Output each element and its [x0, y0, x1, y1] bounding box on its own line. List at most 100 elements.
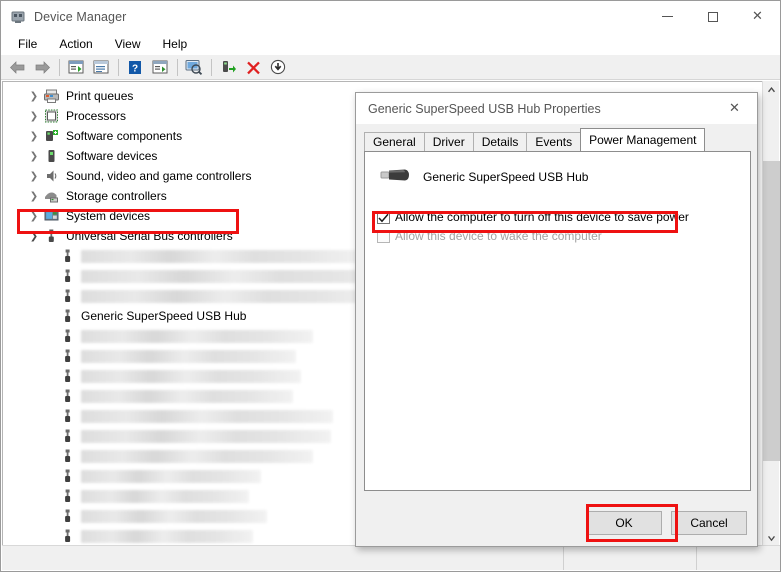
dialog-close-button[interactable]: ✕ [712, 93, 757, 124]
redacted-device-name [81, 329, 313, 343]
tree-item-label: Storage controllers [66, 189, 167, 203]
device-name: Generic SuperSpeed USB Hub [423, 169, 589, 184]
tree-item-label: Software components [66, 129, 183, 143]
usb-device-icon [61, 348, 75, 364]
toolbar-separator-4 [211, 58, 212, 76]
uninstall-device-button[interactable] [241, 56, 265, 78]
window-controls: ✕ [645, 1, 780, 32]
tree-item-label: Universal Serial Bus controllers [66, 229, 233, 243]
usb-device-icon [61, 288, 75, 304]
status-pane-1 [2, 546, 564, 570]
checkbox-allow-turn-off[interactable] [377, 211, 390, 224]
back-icon [9, 60, 24, 74]
title-bar: Device Manager ✕ [1, 1, 780, 32]
usb-device-icon [61, 508, 75, 524]
toolbar: ? [1, 55, 780, 80]
update-driver-icon [223, 61, 236, 73]
update-driver-button[interactable] [216, 56, 240, 78]
menu-bar: File Action View Help [1, 32, 780, 55]
power-management-panel: Generic SuperSpeed USB Hub Allow the com… [364, 151, 751, 491]
usb-device-icon [61, 448, 75, 464]
option-allow-turn-off[interactable]: Allow the computer to turn off this devi… [377, 210, 750, 224]
cancel-button[interactable]: Cancel [671, 511, 747, 535]
chevron-down-icon[interactable]: ❯ [27, 231, 41, 242]
redacted-device-name [81, 269, 401, 283]
status-bar [2, 545, 780, 570]
device-manager-window: Device Manager ✕ File Action View Help ?… [0, 0, 781, 572]
tree-item-label: Print queues [66, 89, 134, 103]
help-button[interactable]: ? [123, 56, 147, 78]
chevron-right-icon[interactable]: ❯ [27, 111, 41, 122]
vertical-scrollbar[interactable] [762, 81, 780, 547]
redacted-device-name [81, 449, 313, 463]
disable-device-button[interactable] [266, 56, 290, 78]
device-list-button[interactable] [148, 56, 172, 78]
redacted-device-name [81, 469, 261, 483]
software-components-icon [43, 128, 60, 144]
scrollbar-thumb[interactable] [763, 161, 780, 461]
redacted-device-name [81, 389, 293, 403]
maximize-button[interactable] [690, 1, 735, 32]
properties-dialog: Generic SuperSpeed USB Hub Properties ✕ … [355, 92, 758, 547]
properties-button[interactable] [89, 56, 113, 78]
chevron-right-icon[interactable]: ❯ [27, 131, 41, 142]
dialog-title: Generic SuperSpeed USB Hub Properties [368, 101, 601, 116]
scan-for-hardware-changes-icon [185, 60, 203, 75]
sound-controllers-icon [43, 168, 60, 184]
close-button[interactable]: ✕ [735, 1, 780, 32]
dialog-tabstrip: General Driver Details Events Power Mana… [364, 128, 757, 151]
chevron-right-icon[interactable]: ❯ [27, 191, 41, 202]
redacted-device-name [81, 249, 361, 263]
status-pane-3 [697, 546, 779, 570]
device-manager-icon [10, 9, 26, 25]
chevron-up-icon [768, 87, 775, 93]
checkmark-icon [378, 213, 389, 222]
usb-device-icon [61, 268, 75, 284]
usb-device-icon [61, 428, 75, 444]
chevron-right-icon[interactable]: ❯ [27, 91, 41, 102]
forward-icon [35, 60, 50, 74]
tab-general[interactable]: General [364, 132, 425, 151]
back-button[interactable] [5, 56, 29, 78]
usb-device-icon [61, 488, 75, 504]
storage-controllers-icon [43, 188, 60, 204]
system-devices-icon [43, 208, 60, 224]
usb-device-icon [61, 468, 75, 484]
chevron-right-icon[interactable]: ❯ [27, 151, 41, 162]
usb-plug-icon [379, 165, 411, 188]
tree-child-label: Generic SuperSpeed USB Hub [81, 309, 247, 323]
tab-driver[interactable]: Driver [423, 132, 474, 151]
redacted-device-name [81, 349, 296, 363]
chevron-right-icon[interactable]: ❯ [27, 171, 41, 182]
ok-button[interactable]: OK [586, 511, 662, 535]
usb-device-icon [61, 328, 75, 344]
scan-for-hardware-changes-button[interactable] [182, 56, 206, 78]
tab-details[interactable]: Details [472, 132, 528, 151]
redacted-device-name [81, 489, 249, 503]
redacted-device-name [81, 509, 267, 523]
menu-help[interactable]: Help [152, 34, 199, 54]
usb-device-icon [61, 368, 75, 384]
processor-icon [43, 108, 60, 124]
show-hidden-devices-button[interactable] [64, 56, 88, 78]
help-icon: ? [129, 60, 141, 74]
dialog-buttons: OK Cancel [577, 511, 747, 535]
redacted-device-name [81, 289, 381, 303]
tab-power-management[interactable]: Power Management [580, 128, 706, 151]
device-header: Generic SuperSpeed USB Hub [379, 165, 750, 188]
minimize-button[interactable] [645, 1, 690, 32]
status-pane-2 [564, 546, 697, 570]
tab-events[interactable]: Events [526, 132, 582, 151]
menu-action[interactable]: Action [48, 34, 103, 54]
disable-device-icon [270, 59, 286, 75]
redacted-device-name [81, 529, 253, 543]
dialog-title-bar: Generic SuperSpeed USB Hub Properties ✕ [356, 93, 757, 124]
window-title: Device Manager [34, 9, 127, 24]
menu-view[interactable]: View [104, 34, 152, 54]
forward-button[interactable] [30, 56, 54, 78]
scroll-up-button[interactable] [763, 81, 780, 98]
chevron-right-icon[interactable]: ❯ [27, 211, 41, 222]
menu-file[interactable]: File [7, 34, 48, 54]
usb-device-icon [61, 408, 75, 424]
usb-controllers-icon [43, 228, 60, 244]
